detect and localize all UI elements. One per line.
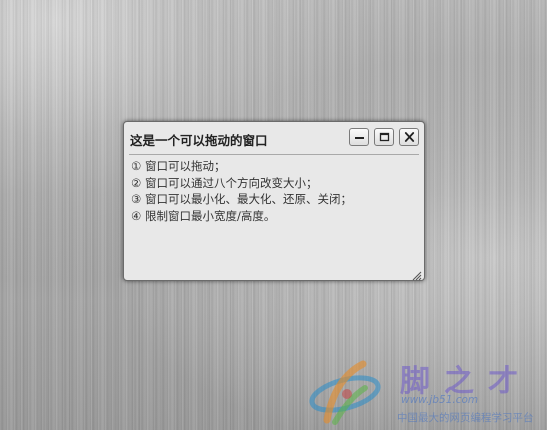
window-controls: [349, 128, 419, 146]
feature-item-resize: ② 窗口可以通过八个方向改变大小；: [131, 175, 318, 190]
watermark-tagline: 中国最大的网页编程学习平台: [397, 412, 534, 424]
close-icon: [404, 132, 414, 142]
resize-grip-icon[interactable]: [410, 266, 422, 281]
maximize-icon: [379, 132, 389, 142]
window-title: 这是一个可以拖动的窗口: [130, 133, 268, 148]
feature-item-min-size: ④ 限制窗口最小宽度/高度。: [131, 208, 276, 223]
draggable-window[interactable]: 这是一个可以拖动的窗口 ① 窗口可以拖动； ② 窗口可以通过八个方向改变大小； …: [123, 121, 425, 281]
window-titlebar[interactable]: 这是一个可以拖动的窗口: [129, 122, 419, 155]
site-watermark: 脚之才 www.jb51.com 中国最大的网页编程学习平台: [305, 352, 547, 430]
window-content: ① 窗口可以拖动； ② 窗口可以通过八个方向改变大小； ③ 窗口可以最小化、最大…: [131, 158, 418, 224]
watermark-url: www.jb51.com: [401, 394, 479, 406]
minimize-button[interactable]: [349, 128, 369, 146]
close-button[interactable]: [399, 128, 419, 146]
feature-item-drag: ① 窗口可以拖动；: [131, 159, 226, 173]
feature-item-min-max: ③ 窗口可以最小化、最大化、还原、关闭；: [131, 192, 352, 206]
minimize-icon: [354, 137, 364, 139]
maximize-button[interactable]: [374, 128, 394, 146]
watermark-logo-icon: [309, 360, 381, 425]
